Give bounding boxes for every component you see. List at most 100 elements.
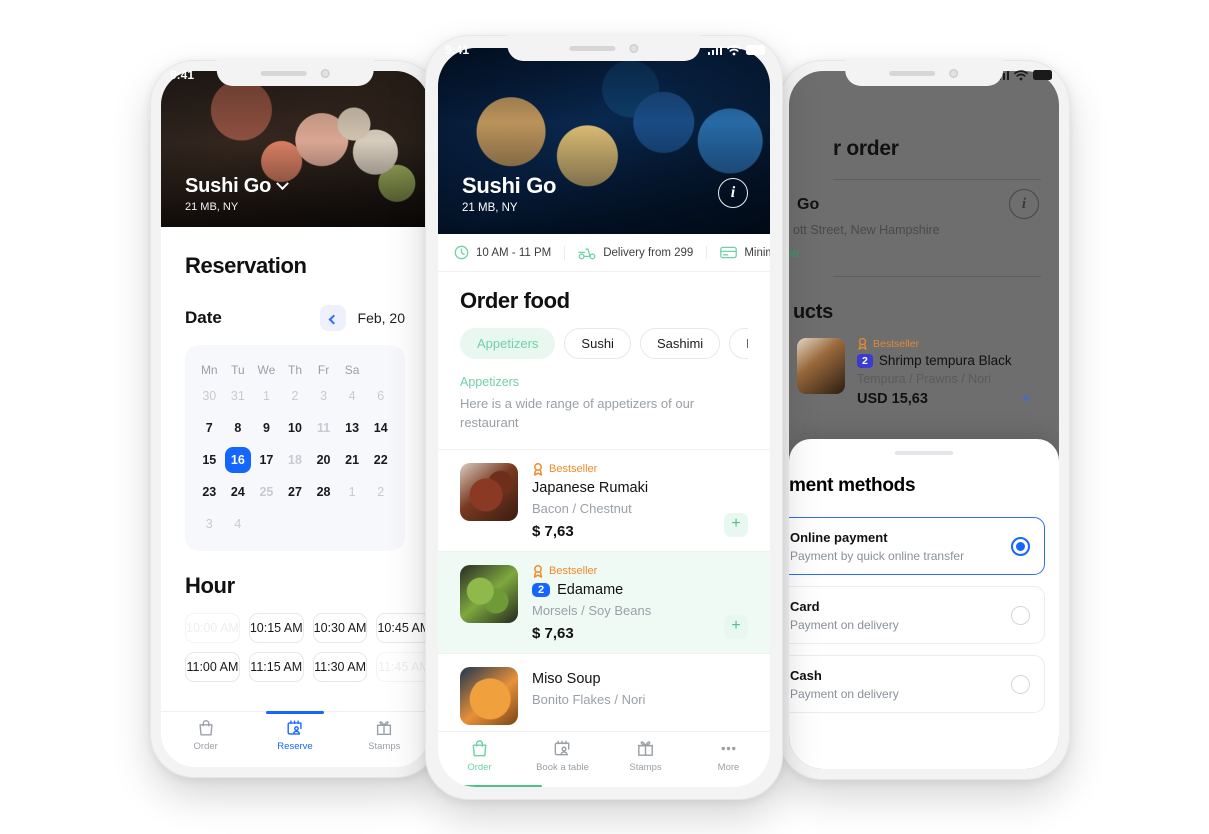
calendar-day[interactable]: 9: [252, 415, 281, 441]
right-bestseller-label: Bestseller: [873, 338, 920, 350]
payment-method-option[interactable]: Card Payment on delivery: [789, 586, 1045, 644]
info-icon[interactable]: i: [1009, 189, 1039, 219]
calendar-day[interactable]: 31: [224, 383, 253, 409]
calendar-day[interactable]: 17: [252, 447, 281, 473]
calendar-day[interactable]: 2: [281, 383, 310, 409]
calendar-day[interactable]: 14: [366, 415, 395, 441]
time-slot[interactable]: 11:30 AM: [312, 652, 368, 682]
food-item-row[interactable]: Bestseller Japanese Rumaki Bacon / Chest…: [438, 448, 770, 551]
right-notch: [845, 60, 1003, 86]
calendar-day[interactable]: 13: [338, 415, 367, 441]
calendar-day[interactable]: 4: [338, 383, 367, 409]
phone-left-reservation: Sushi Go 21 MB, NY Reservation Date Feb,…: [150, 60, 440, 778]
radio-button[interactable]: [1011, 674, 1030, 694]
food-item-list[interactable]: Bestseller Japanese Rumaki Bacon / Chest…: [438, 448, 770, 736]
chevron-down-icon[interactable]: [276, 177, 290, 191]
item-name: Edamame: [557, 581, 624, 598]
calendar-day[interactable]: 3: [309, 383, 338, 409]
calendar-day[interactable]: 2: [366, 479, 395, 505]
sidebar-item-book-a-table[interactable]: Book a table: [521, 738, 604, 773]
time-slot[interactable]: 10:30 AM: [312, 613, 368, 643]
plus-icon[interactable]: +: [1021, 389, 1031, 409]
food-item-row[interactable]: Miso Soup Bonito Flakes / Nori: [438, 652, 770, 736]
calendar-day[interactable]: 4: [224, 511, 253, 537]
calendar-days-grid[interactable]: 30 31 1 2 3 4 6 7 8 9 10 11 13 14 15 16 17 18 20 21 22 23 24 25…: [195, 383, 395, 537]
payment-method-option[interactable]: Online payment Payment by quick online t…: [789, 517, 1045, 575]
sidebar-item-order[interactable]: Order: [438, 738, 521, 773]
calendar-day[interactable]: 28: [309, 479, 338, 505]
time-slot[interactable]: 11:15 AM: [248, 652, 304, 682]
category-tab[interactable]: Sashimi: [639, 328, 721, 359]
time-slot-grid[interactable]: 10:00 AM 10:15 AM 10:30 AM 10:45 AM 11:00 AM…: [185, 613, 429, 682]
speaker-icon: [260, 70, 307, 76]
calendar-person-icon: [287, 720, 302, 735]
payment-method-desc: Payment by quick online transfer: [790, 548, 965, 563]
sidebar-item-reserve[interactable]: Reserve: [250, 711, 339, 752]
category-tabs[interactable]: Appetizers Sushi Sashimi Korean food: [460, 328, 748, 359]
divider: [833, 276, 1041, 277]
prev-month-button[interactable]: [319, 305, 346, 331]
battery-icon: [746, 45, 765, 55]
calendar-day[interactable]: 3: [195, 511, 224, 537]
payment-method-option[interactable]: Cash Payment on delivery: [789, 655, 1045, 713]
calendar-day[interactable]: 25: [252, 479, 281, 505]
item-name: Japanese Rumaki: [532, 479, 649, 496]
scroll-indicator[interactable]: [460, 784, 542, 787]
calendar-weekday-header: Mn Tu We Th Fr Sa: [195, 357, 395, 383]
calendar-day[interactable]: 16: [224, 447, 251, 473]
calendar[interactable]: Mn Tu We Th Fr Sa 30 31 1 2 3 4 6 7 8 9 10 11 13 14 15 16 17 1…: [185, 345, 405, 551]
calendar-day[interactable]: 8: [224, 415, 253, 441]
calendar-day[interactable]: 27: [281, 479, 310, 505]
sidebar-item-stamps[interactable]: Stamps: [604, 738, 687, 773]
center-status-icons: [707, 44, 765, 56]
center-tab-bar[interactable]: Order Book a table Stamps More: [438, 731, 770, 787]
calendar-day[interactable]: 7: [195, 415, 224, 441]
plus-icon[interactable]: +: [724, 614, 748, 639]
chevron-left-icon: [328, 314, 339, 325]
plus-icon[interactable]: +: [724, 512, 748, 537]
sidebar-item-stamps[interactable]: Stamps: [340, 718, 429, 752]
hour-label: Hour: [185, 573, 235, 598]
calendar-day[interactable]: 15: [195, 447, 224, 473]
calendar-day[interactable]: 30: [195, 383, 224, 409]
calendar-day[interactable]: 11: [309, 415, 338, 441]
calendar-day[interactable]: 22: [366, 447, 395, 473]
item-description: Morsels / Soy Beans: [532, 602, 652, 618]
calendar-day[interactable]: 6: [366, 383, 395, 409]
radio-button[interactable]: [1011, 605, 1030, 625]
calendar-day[interactable]: 20: [309, 447, 338, 473]
calendar-day[interactable]: 21: [338, 447, 367, 473]
category-tab[interactable]: Korean food: [729, 328, 748, 359]
date-header-row: Date Feb, 20: [185, 305, 405, 331]
time-slot[interactable]: 10:15 AM: [248, 613, 304, 643]
calendar-day[interactable]: 24: [224, 479, 253, 505]
right-product-row[interactable]: Bestseller 2 Shrimp tempura Black Tempur…: [797, 338, 1041, 409]
left-screen: Sushi Go 21 MB, NY Reservation Date Feb,…: [161, 71, 429, 767]
sidebar-item-more[interactable]: More: [687, 738, 770, 773]
time-slot[interactable]: 11:45 AM: [376, 652, 429, 682]
time-slot[interactable]: 10:00 AM: [185, 613, 240, 643]
time-slot[interactable]: 10:45 AM: [376, 613, 429, 643]
item-name-row: Miso Soup: [532, 671, 748, 687]
left-restaurant-name[interactable]: Sushi Go: [185, 175, 290, 198]
right-product-desc: Tempura / Prawns / Nori: [857, 372, 992, 386]
category-tab[interactable]: Sushi: [564, 328, 631, 359]
calendar-day[interactable]: 1: [338, 479, 367, 505]
radio-button[interactable]: [1011, 536, 1030, 556]
calendar-day[interactable]: 23: [195, 479, 224, 505]
calendar-day[interactable]: 18: [281, 447, 310, 473]
time-slot[interactable]: 11:00 AM: [185, 652, 240, 682]
sheet-grabber[interactable]: [895, 451, 953, 455]
category-tab[interactable]: Appetizers: [460, 328, 556, 359]
sidebar-item-order[interactable]: Order: [161, 718, 250, 752]
calendar-day[interactable]: 1: [252, 383, 281, 409]
food-item-row[interactable]: Bestseller 2 Edamame Morsels / Soy Beans …: [438, 550, 770, 653]
phone-right-payment: i r order Go ott Street, New Hampshire o…: [778, 60, 1070, 780]
info-icon[interactable]: i: [718, 178, 748, 208]
payment-label: Minimal: [744, 246, 770, 259]
calendar-person-icon: [554, 740, 570, 756]
payment-method-list[interactable]: Online payment Payment by quick online t…: [789, 517, 1059, 713]
left-tab-bar[interactable]: Order Reserve Stamps: [161, 711, 429, 767]
calendar-day[interactable]: 10: [281, 415, 310, 441]
front-camera-icon: [629, 43, 639, 53]
